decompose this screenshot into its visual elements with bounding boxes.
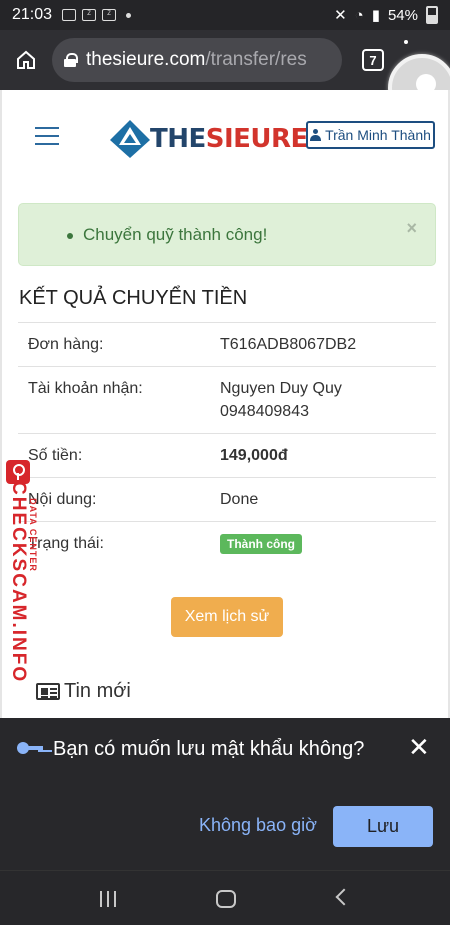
save-password-question: Bạn có muốn lưu mật khẩu không? xyxy=(53,738,365,760)
news-heading: Tin mới xyxy=(36,680,131,703)
logo-text: THESIEURE xyxy=(150,124,308,154)
android-nav-bar xyxy=(0,870,450,925)
row-label: Tài khoản nhận: xyxy=(18,366,210,434)
newspaper-icon xyxy=(36,683,60,700)
logo-mark-icon xyxy=(110,120,150,158)
receiver-info: Nguyen Duy Quy 0948409843 xyxy=(210,366,436,434)
view-history-button[interactable]: Xem lịch sử xyxy=(171,597,283,637)
hamburger-menu-icon[interactable] xyxy=(35,127,59,145)
watermark-sub: DATA CENTER xyxy=(28,498,38,572)
menu-icon[interactable] xyxy=(404,40,408,44)
order-id: T616ADB8067DB2 xyxy=(210,322,436,367)
zalo-icon: Z xyxy=(82,9,97,21)
key-icon xyxy=(17,741,45,755)
recents-icon[interactable] xyxy=(100,891,118,907)
battery-percent: 54% xyxy=(387,6,418,24)
table-row: Tài khoản nhận: Nguyen Duy Quy 094840984… xyxy=(18,366,436,434)
tab-switcher-button[interactable]: 7 xyxy=(362,49,384,71)
status-badge: Thành công xyxy=(220,534,302,554)
save-button[interactable]: Lưu xyxy=(333,806,433,847)
user-account-button[interactable]: Trần Minh Thành xyxy=(306,121,435,149)
status-right: ✕ ◔ ▮ 54% xyxy=(334,6,438,24)
receiver-phone: 0948409843 xyxy=(220,403,309,420)
mute-icon: ✕ xyxy=(334,7,347,24)
wifi-icon: ◔ xyxy=(354,6,364,24)
back-icon[interactable] xyxy=(335,888,353,906)
status-cell: Thành công xyxy=(210,521,436,565)
page-content: THESIEURE Trần Minh Thành Chuyển quỹ thà… xyxy=(0,90,450,718)
signal-icon: ▮ xyxy=(371,7,380,24)
user-icon xyxy=(310,129,322,141)
table-row: Trạng thái: Thành công xyxy=(18,521,436,565)
table-row: Số tiền: 149,000đ xyxy=(18,433,436,478)
alert-message: Chuyển quỹ thành công! xyxy=(83,224,268,244)
zalo-icon: Z xyxy=(102,9,117,21)
watermark: DATA CENTER CHECKSCAM.INFO xyxy=(2,460,48,684)
status-bar: 21:03 Z Z ✕ ◔ ▮ 54% xyxy=(0,0,450,30)
battery-icon xyxy=(426,6,438,24)
address-bar[interactable]: thesieure.com/transfer/res xyxy=(52,38,342,82)
receiver-name: Nguyen Duy Quy xyxy=(220,380,342,397)
home-button[interactable] xyxy=(0,30,52,90)
page-title: KẾT QUẢ CHUYỂN TIỀN xyxy=(19,287,248,309)
news-title: Tin mới xyxy=(64,680,131,702)
never-button[interactable]: Không bao giờ xyxy=(199,815,317,836)
amount: 149,000đ xyxy=(210,433,436,478)
url-host: thesieure.com xyxy=(86,49,206,70)
table-row: Đơn hàng: T616ADB8067DB2 xyxy=(18,322,436,367)
table-row: Nội dung: Done xyxy=(18,477,436,522)
more-notifications-icon xyxy=(126,12,132,18)
browser-toolbar: thesieure.com/transfer/res 7 xyxy=(0,30,450,90)
success-alert: Chuyển quỹ thành công! × xyxy=(18,203,436,266)
alert-close-button[interactable]: × xyxy=(406,218,417,239)
save-password-prompt: Bạn có muốn lưu mật khẩu không? ✕ Không … xyxy=(0,718,450,870)
home-icon xyxy=(17,50,35,69)
clock: 21:03 xyxy=(12,6,53,23)
transfer-result-table: Đơn hàng: T616ADB8067DB2 Tài khoản nhận:… xyxy=(18,322,436,565)
row-label: Đơn hàng: xyxy=(18,322,210,367)
gallery-icon xyxy=(62,9,77,21)
bullet-icon xyxy=(67,233,73,239)
close-icon[interactable]: ✕ xyxy=(408,734,430,760)
lock-icon xyxy=(64,53,78,67)
url-path: /transfer/res xyxy=(205,49,307,70)
home-nav-icon[interactable] xyxy=(216,890,236,908)
site-logo[interactable]: THESIEURE xyxy=(110,120,308,158)
watermark-text: CHECKSCAM.INFO xyxy=(8,481,29,684)
user-name: Trần Minh Thành xyxy=(325,127,431,143)
content: Done xyxy=(210,477,436,522)
